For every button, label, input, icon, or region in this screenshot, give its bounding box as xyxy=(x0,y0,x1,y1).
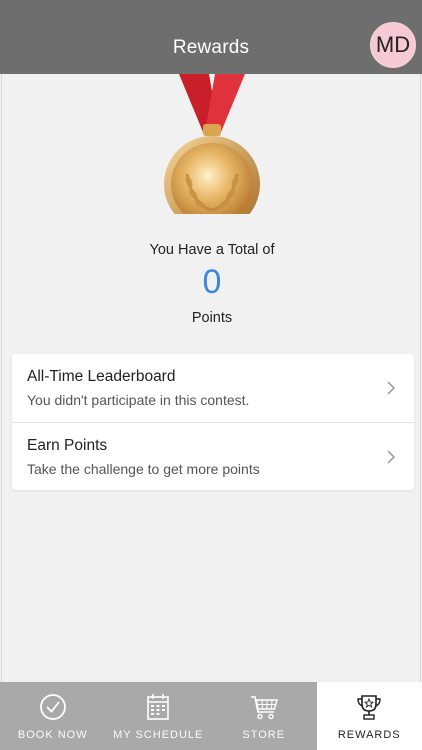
chevron-right-icon xyxy=(387,450,396,464)
avatar[interactable]: MD xyxy=(370,22,416,68)
cart-icon xyxy=(250,696,278,720)
tab-store[interactable]: STORE xyxy=(211,682,317,750)
rewards-menu: All-Time Leaderboard You didn't particip… xyxy=(12,354,414,490)
tab-label: REWARDS xyxy=(337,729,401,741)
points-unit: Points xyxy=(191,310,233,326)
chevron-right-icon xyxy=(387,381,396,395)
leaderboard-subtitle: You didn't participate in this contest. xyxy=(27,392,250,408)
trophy-icon xyxy=(357,695,381,720)
check-circle-icon xyxy=(39,694,66,720)
leaderboard-title: All-Time Leaderboard xyxy=(27,368,176,385)
main-content: You Have a Total of 0 Points All-Time Le… xyxy=(1,74,421,682)
points-summary: You Have a Total of 0 Points xyxy=(2,242,422,326)
points-value: 0 xyxy=(202,263,222,301)
medal-icon xyxy=(157,74,267,232)
status-bar xyxy=(0,0,422,22)
tab-label: MY SCHEDULE xyxy=(113,729,204,741)
tab-book-now[interactable]: BOOK NOW xyxy=(0,682,106,750)
tab-my-schedule[interactable]: MY SCHEDULE xyxy=(106,682,212,750)
tab-label: BOOK NOW xyxy=(17,729,88,741)
tab-label: STORE xyxy=(242,729,286,741)
tab-rewards[interactable]: REWARDS xyxy=(316,682,422,750)
calendar-icon xyxy=(147,694,170,720)
tab-bar: BOOK NOW MY SCHEDULE STORE REWARDS xyxy=(0,682,422,750)
earn-points-subtitle: Take the challenge to get more points xyxy=(27,461,260,477)
points-intro: You Have a Total of xyxy=(149,242,275,258)
earn-points-title: Earn Points xyxy=(27,437,108,454)
avatar-initials: MD xyxy=(375,32,411,57)
earn-points-row[interactable]: Earn Points Take the challenge to get mo… xyxy=(12,422,414,490)
leaderboard-row[interactable]: All-Time Leaderboard You didn't particip… xyxy=(12,354,414,422)
page-title: Rewards xyxy=(172,37,250,58)
app-header: Rewards MD xyxy=(0,22,422,74)
